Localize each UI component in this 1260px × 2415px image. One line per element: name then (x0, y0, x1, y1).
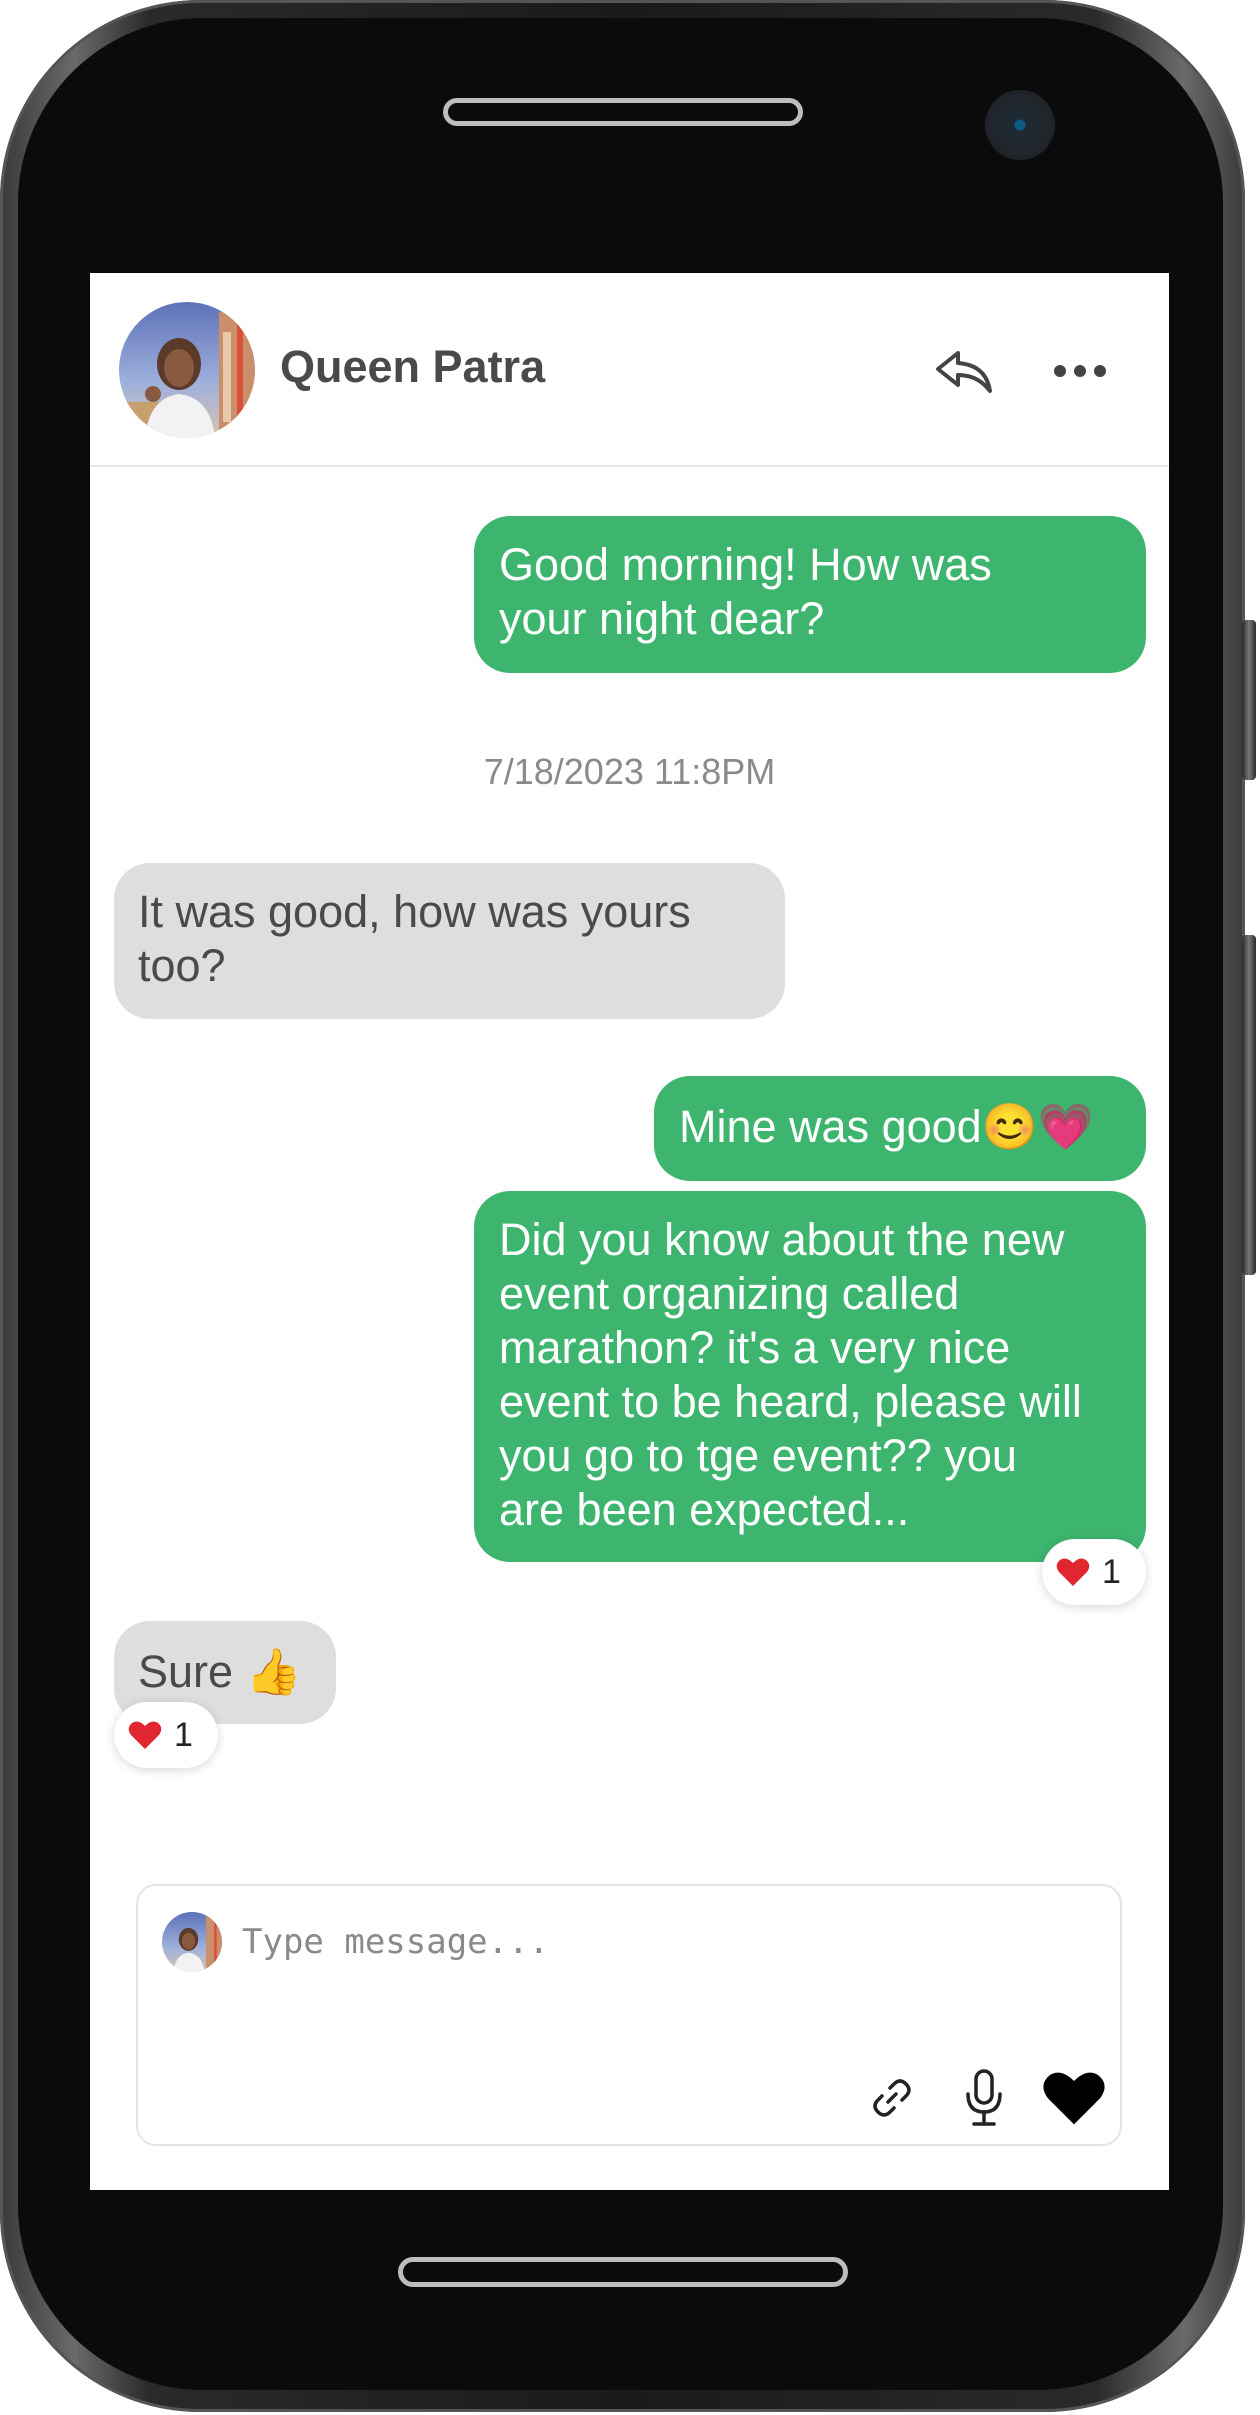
message-sent[interactable]: Good morning! How was your night dear? (474, 516, 1146, 673)
message-sent[interactable]: Did you know about the new event organiz… (474, 1191, 1146, 1562)
more-horizontal-icon[interactable] (1048, 343, 1112, 399)
reaction-badge[interactable]: 1 (114, 1702, 218, 1768)
contact-avatar[interactable] (119, 302, 255, 438)
microphone-icon[interactable] (952, 2066, 1016, 2130)
reaction-count: 1 (1102, 1552, 1121, 1591)
reaction-count: 1 (174, 1715, 193, 1754)
chat-header: Queen Patra (90, 273, 1169, 467)
bottom-speaker (398, 2257, 848, 2287)
contact-name: Queen Patra (280, 341, 546, 392)
message-timestamp: 7/18/2023 11:8PM (483, 751, 776, 792)
message-composer (136, 1884, 1122, 2146)
heart-icon (1056, 1557, 1090, 1587)
earpiece-speaker (443, 98, 803, 126)
message-received[interactable]: It was good, how was yours too? (114, 863, 785, 1019)
link-icon[interactable] (860, 2066, 924, 2130)
avatar-photo (119, 302, 255, 438)
chat-screen: Queen Patra Good morning! How was your n… (90, 273, 1169, 2190)
heart-icon[interactable] (1038, 2066, 1110, 2130)
user-avatar (162, 1912, 222, 1972)
volume-button (1242, 620, 1256, 780)
reply-arrow-icon[interactable] (932, 343, 996, 399)
power-button (1242, 935, 1256, 1275)
stage: Queen Patra Good morning! How was your n… (0, 0, 1260, 2415)
heart-icon (128, 1720, 162, 1750)
message-sent[interactable]: Mine was good😊💗 (654, 1076, 1146, 1181)
front-camera (985, 90, 1055, 160)
reaction-badge[interactable]: 1 (1042, 1539, 1146, 1605)
message-input[interactable] (242, 1912, 1082, 1972)
